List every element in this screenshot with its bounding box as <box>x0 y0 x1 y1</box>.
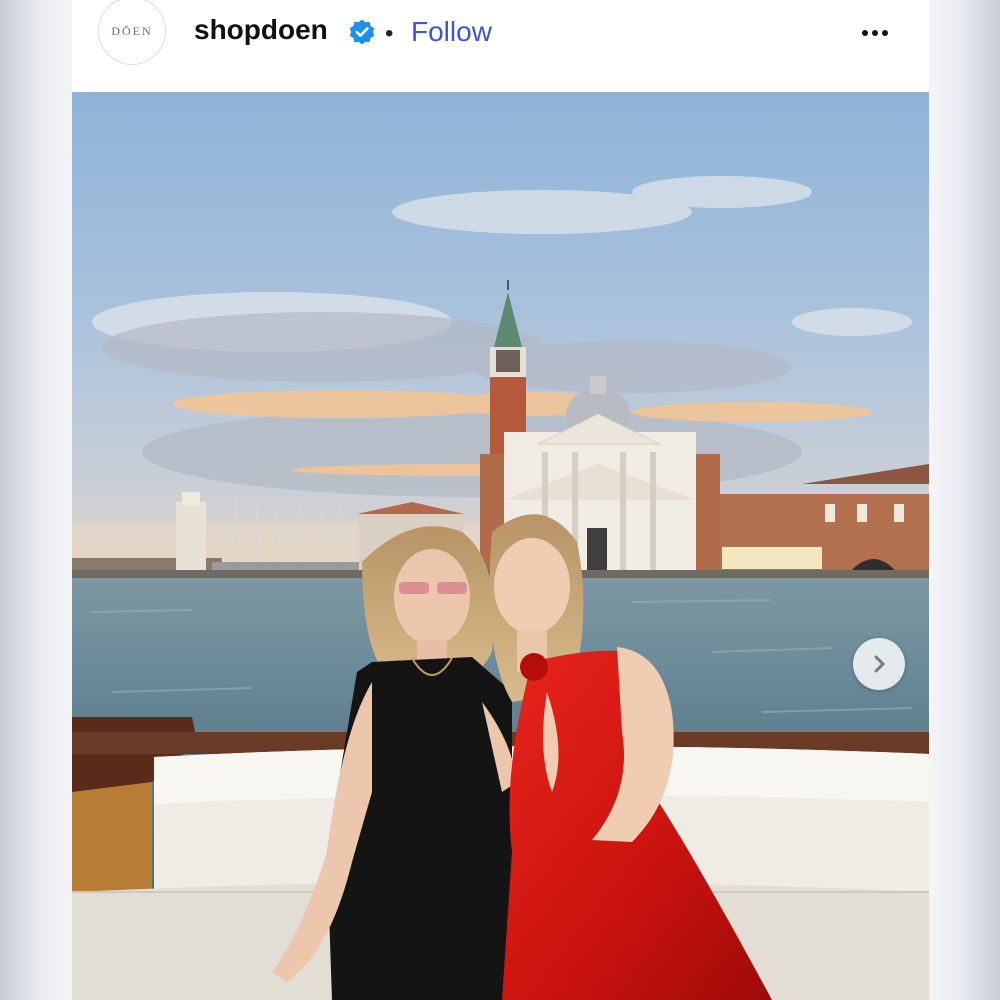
instagram-post-card: DŌEN shopdoen • Follow <box>72 0 929 1000</box>
post-photo[interactable] <box>72 92 929 1000</box>
avatar-logo-text: DŌEN <box>111 23 153 38</box>
profile-avatar[interactable]: DŌEN <box>98 0 166 65</box>
verified-badge-icon <box>349 19 375 45</box>
venice-boat-photo <box>72 92 929 1000</box>
post-header: DŌEN shopdoen • Follow <box>72 0 929 92</box>
next-photo-button[interactable] <box>853 638 905 690</box>
follow-button[interactable]: Follow <box>411 16 492 48</box>
separator-dot: • <box>385 20 394 47</box>
more-options-icon[interactable] <box>858 26 892 40</box>
username-link[interactable]: shopdoen <box>194 14 328 46</box>
chevron-right-icon <box>874 655 885 673</box>
